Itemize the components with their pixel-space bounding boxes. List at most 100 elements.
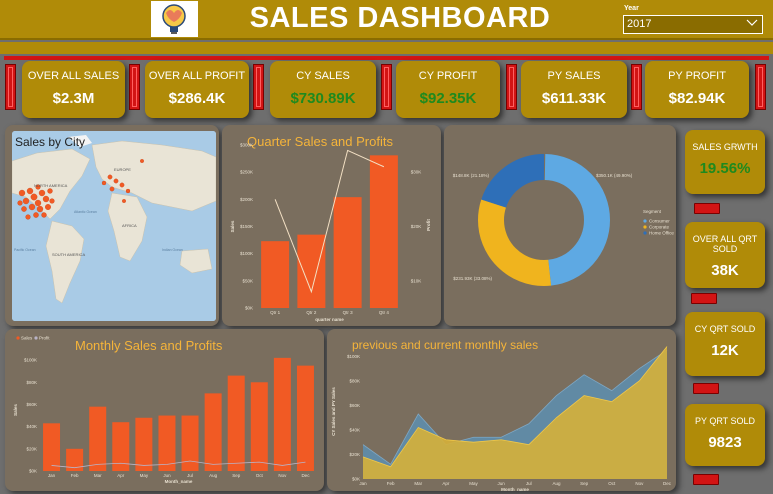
red-bar-decoration bbox=[253, 64, 264, 110]
x-tick-label: May bbox=[469, 481, 478, 486]
red-bar-inner bbox=[8, 67, 13, 107]
legend-dot bbox=[643, 225, 647, 229]
y-tick-label: $0K bbox=[245, 306, 253, 311]
quarter-sales-bar[interactable] bbox=[369, 155, 398, 308]
header-band bbox=[0, 42, 773, 54]
py-cy-area-chart[interactable]: $0K$20K$40K$60K$80K$100KJan Feb Mar Apr May J… bbox=[327, 329, 676, 491]
side-kpi-value: 38K bbox=[711, 262, 739, 279]
y-tick-label: $100K bbox=[240, 251, 253, 256]
x-tick-label: Jan bbox=[359, 481, 367, 486]
x-tick-label: Feb bbox=[387, 481, 395, 486]
side-kpi-label: OVER ALL QRT SOLD bbox=[692, 234, 758, 254]
quarter-chart[interactable]: $0K $50K $100K $150K $200K $250K $300K $10K $20K… bbox=[222, 125, 441, 326]
monthly-sales-bar[interactable] bbox=[296, 365, 314, 471]
red-tab-decoration bbox=[693, 383, 719, 394]
kpi-label: PY SALES bbox=[547, 70, 601, 82]
y-tick-label: $150K bbox=[240, 224, 253, 229]
py-cy-area-chart-panel: previous and current monthly sales $0K $2… bbox=[327, 329, 676, 491]
monthly-sales-bar[interactable] bbox=[89, 406, 107, 471]
red-bar-inner bbox=[509, 67, 514, 107]
x-tick-label: Nov bbox=[278, 473, 287, 478]
red-bar-decoration bbox=[631, 64, 642, 110]
quarter-sales-bar[interactable] bbox=[333, 197, 362, 308]
monthly-sales-bar[interactable] bbox=[204, 393, 222, 471]
y-tick-label: $80K bbox=[349, 378, 360, 383]
y-tick-label: $20K bbox=[26, 446, 37, 451]
x-tick-label: Qtr 1 bbox=[270, 310, 280, 315]
x-tick-label: Oct bbox=[256, 473, 264, 478]
monthly-sales-bar[interactable] bbox=[135, 417, 153, 471]
x-tick-label: Dec bbox=[301, 473, 310, 478]
red-bar-inner bbox=[132, 67, 137, 107]
year-slicer[interactable]: Year 2017 bbox=[620, 4, 766, 37]
side-kpi-card[interactable]: OVER ALL QRT SOLD 38K bbox=[685, 222, 765, 288]
y-tick-label: $40K bbox=[26, 424, 37, 429]
kpi-value: $730.89K bbox=[290, 90, 356, 107]
y2-tick-label: $20K bbox=[411, 224, 422, 229]
kpi-card[interactable]: CY PROFIT $92.35K bbox=[396, 61, 500, 118]
side-kpi-value: 12K bbox=[711, 342, 739, 359]
y-tick-label: $60K bbox=[26, 402, 37, 407]
sales-by-city-map[interactable]: NORTH AMERICA EUROPE SOUTH AMERICA AFRIC… bbox=[12, 131, 216, 321]
x-tick-label: Qtr 2 bbox=[306, 310, 316, 315]
y-axis-title: CY Sales and PY Sales bbox=[331, 387, 336, 436]
kpi-value: $286.4K bbox=[168, 90, 226, 107]
map-title: Sales by City bbox=[15, 135, 86, 149]
monthly-chart-panel: Monthly Sales and Profits $0K $20K $40K $60… bbox=[5, 329, 324, 491]
map-label-south-america: SOUTH AMERICA bbox=[52, 252, 85, 257]
area-series[interactable] bbox=[363, 346, 667, 479]
x-tick-label: Jul bbox=[526, 481, 532, 486]
y-tick-label: $300K bbox=[240, 143, 253, 148]
kpi-value: $2.3M bbox=[52, 90, 95, 107]
monthly-sales-bar[interactable] bbox=[227, 375, 245, 471]
kpi-card[interactable]: PY PROFIT $82.94K bbox=[645, 61, 749, 118]
legend-dot bbox=[34, 336, 38, 340]
red-bar-decoration bbox=[755, 64, 766, 110]
monthly-sales-bar[interactable] bbox=[181, 415, 199, 471]
kpi-card[interactable]: CY SALES $730.89K bbox=[270, 61, 376, 118]
map-label-europe: EUROPE bbox=[114, 167, 131, 172]
y2-axis-title: Profit bbox=[426, 219, 431, 231]
monthly-sales-bar[interactable] bbox=[250, 382, 268, 471]
donut-legend-title: Segment bbox=[643, 209, 662, 214]
y-axis-title: Sales bbox=[230, 220, 235, 232]
kpi-label: OVER ALL SALES bbox=[27, 70, 120, 82]
monthly-sales-bar[interactable] bbox=[273, 357, 291, 471]
chevron-down-icon[interactable] bbox=[746, 16, 758, 33]
side-kpi-card[interactable]: SALES GRWTH 19.56% bbox=[685, 130, 765, 194]
kpi-card[interactable]: PY SALES $611.33K bbox=[521, 61, 627, 118]
red-bar-decoration bbox=[129, 64, 140, 110]
x-tick-label: Nov bbox=[635, 481, 644, 486]
legend-item: Sales bbox=[21, 336, 33, 341]
monthly-sales-bar[interactable] bbox=[158, 415, 176, 471]
idea-brain-icon bbox=[151, 1, 198, 37]
quarter-sales-bar[interactable] bbox=[261, 241, 290, 308]
side-kpi-card[interactable]: PY QRT SOLD 9823 bbox=[685, 404, 765, 466]
y-axis-title: Sales bbox=[13, 404, 18, 416]
kpi-card[interactable]: OVER ALL SALES $2.3M bbox=[22, 61, 125, 118]
map-label-atlantic: Atlantic Ocean bbox=[74, 210, 97, 214]
x-tick-label: Sep bbox=[232, 473, 241, 478]
red-bar-decoration bbox=[5, 64, 16, 110]
kpi-label: CY SALES bbox=[296, 70, 350, 82]
kpi-label: PY PROFIT bbox=[668, 70, 726, 82]
year-dropdown[interactable]: 2017 bbox=[623, 15, 763, 34]
y-tick-label: $0K bbox=[29, 469, 37, 474]
side-kpi-card[interactable]: CY QRT SOLD 12K bbox=[685, 312, 765, 376]
legend-dot bbox=[643, 231, 647, 235]
x-axis-title: quarter name bbox=[315, 317, 344, 322]
quarter-profit-line[interactable] bbox=[274, 149, 385, 294]
world-map: NORTH AMERICA EUROPE SOUTH AMERICA AFRIC… bbox=[12, 131, 216, 321]
year-dropdown-value: 2017 bbox=[627, 18, 652, 30]
x-tick-label: Apr bbox=[442, 481, 450, 486]
red-tab-decoration bbox=[694, 203, 720, 214]
monthly-chart[interactable]: $0K $20K $40K $60K $80K $100K Jan Feb Mar Apr May J… bbox=[5, 329, 324, 491]
segment-donut-chart[interactable]: $350.1K (49.90%) $231.93K (33.08%) $148.8K… bbox=[444, 125, 676, 326]
kpi-value: $82.94K bbox=[668, 90, 726, 107]
donut-legend-item: Home Office bbox=[649, 231, 674, 236]
y-tick-label: $250K bbox=[240, 170, 253, 175]
kpi-card[interactable]: OVER ALL PROFIT $286.4K bbox=[145, 61, 249, 118]
quarter-sales-bar[interactable] bbox=[297, 234, 326, 308]
legend-item: Profit bbox=[39, 336, 50, 341]
monthly-sales-bar[interactable] bbox=[43, 423, 61, 471]
